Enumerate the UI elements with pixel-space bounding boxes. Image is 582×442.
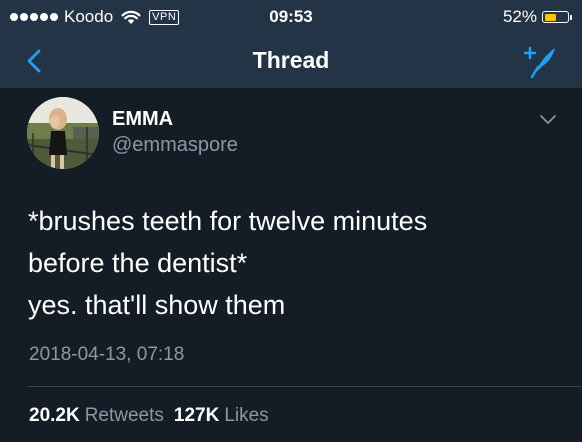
avatar[interactable] xyxy=(27,97,99,169)
stats-divider xyxy=(28,386,582,387)
likes-label[interactable]: Likes xyxy=(224,405,268,426)
tweet-text-line: *brushes teeth for twelve minutes xyxy=(28,206,428,236)
display-name[interactable]: EMMA xyxy=(112,108,173,130)
nav-divider xyxy=(0,88,582,89)
navigation-bar: Thread xyxy=(0,34,582,88)
retweets-label[interactable]: Retweets xyxy=(85,405,164,426)
engagement-stats: 20.2K Retweets 127K Likes xyxy=(29,404,279,428)
likes-count[interactable]: 127K xyxy=(174,405,219,426)
tweet-text-line: before the dentist* xyxy=(28,248,248,278)
tweet-text-line: yes. that'll show them xyxy=(28,290,286,320)
battery-percent: 52% xyxy=(502,7,537,26)
status-bar: Koodo VPN 09:53 52% xyxy=(0,0,582,34)
retweets-count[interactable]: 20.2K xyxy=(29,405,80,426)
status-time: 09:53 xyxy=(269,7,313,26)
compose-tweet-icon[interactable] xyxy=(520,42,558,78)
battery-tip xyxy=(570,14,572,20)
status-bar-right: 52% xyxy=(503,6,572,28)
tweet-text: *brushes teeth for twelve minutes before… xyxy=(28,200,558,326)
page-title: Thread xyxy=(252,47,330,73)
avatar-photo xyxy=(27,97,99,169)
chevron-down-icon[interactable] xyxy=(540,113,556,125)
tweet-timestamp: 2018-04-13, 07:18 xyxy=(29,344,185,365)
battery-level-fill xyxy=(544,13,556,21)
user-handle[interactable]: @emmaspore xyxy=(112,134,238,156)
battery-icon xyxy=(542,11,569,23)
